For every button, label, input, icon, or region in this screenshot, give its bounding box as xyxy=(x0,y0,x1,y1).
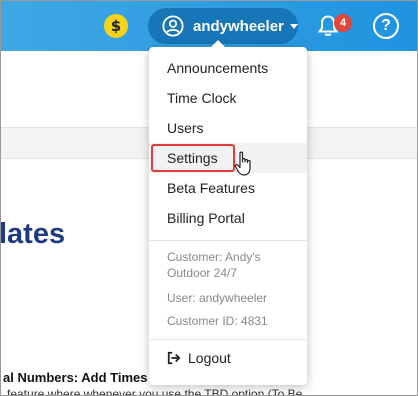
customer-id-text: Customer ID: 4831 xyxy=(167,314,268,328)
menu-item-time-clock[interactable]: Time Clock xyxy=(149,83,307,113)
body-text: feature where whenever you use the TBD o… xyxy=(7,387,303,396)
menu-item-billing-portal[interactable]: Billing Portal xyxy=(149,203,307,233)
chevron-down-icon xyxy=(289,23,298,29)
settings-highlight-box xyxy=(151,144,235,172)
top-navigation-bar: $ andywheeler 4 ? xyxy=(1,1,417,51)
menu-item-announcements[interactable]: Announcements xyxy=(149,53,307,83)
user-avatar-icon xyxy=(162,15,184,37)
menu-item-beta-features[interactable]: Beta Features xyxy=(149,173,307,203)
logout-button[interactable]: Logout xyxy=(167,350,231,366)
notification-count-badge: 4 xyxy=(334,14,352,32)
app-window: $ andywheeler 4 ? lates al Numbers: Add … xyxy=(0,0,418,396)
menu-divider xyxy=(149,240,307,241)
user-dropdown-menu: Announcements Time Clock Users Settings … xyxy=(149,40,307,385)
menu-item-users[interactable]: Users xyxy=(149,113,307,143)
help-icon[interactable]: ? xyxy=(373,13,399,39)
menu-divider xyxy=(149,339,307,340)
coin-icon[interactable]: $ xyxy=(104,14,128,38)
username-label: andywheeler xyxy=(193,17,284,35)
user-menu-button[interactable]: andywheeler xyxy=(148,8,298,44)
customer-name-text: Customer: Andy's Outdoor 24/7 xyxy=(167,250,261,280)
logout-label: Logout xyxy=(188,350,231,366)
user-info-text: User: andywheeler xyxy=(167,291,268,305)
logout-icon xyxy=(167,351,181,365)
page-title: lates xyxy=(0,218,66,250)
hand-cursor-icon xyxy=(234,151,251,176)
section-heading: al Numbers: Add Times xyxy=(3,370,148,385)
